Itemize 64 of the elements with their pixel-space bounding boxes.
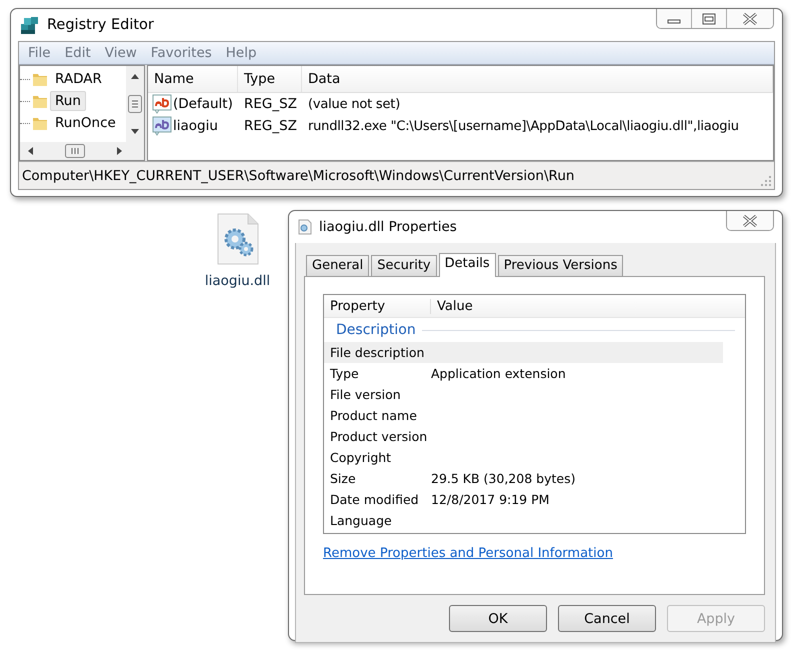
vertical-scrollbar[interactable] — [126, 66, 144, 142]
value-type: REG_SZ — [243, 118, 298, 134]
resize-grip-icon — [761, 176, 771, 186]
column-header[interactable]: Property — [324, 298, 431, 314]
file-name[interactable]: liaogiu.dll — [204, 273, 270, 289]
menu-item[interactable]: View — [98, 45, 144, 61]
dialog-button[interactable]: Cancel — [558, 605, 656, 632]
close-button[interactable] — [727, 9, 773, 28]
selected-row[interactable]: File description — [324, 342, 723, 363]
value-data: (value not set) — [307, 96, 402, 112]
string-value-icon — [152, 94, 172, 114]
column-header[interactable]: Type — [238, 66, 302, 92]
column-header[interactable]: Name — [148, 66, 238, 92]
menu-item[interactable]: Favorites — [144, 45, 219, 61]
tab[interactable]: General — [306, 255, 370, 276]
property-value: 12/8/2017 9:19 PM — [431, 492, 550, 507]
dialog-button[interactable]: OK — [449, 605, 547, 632]
remove-properties-link[interactable]: Remove Properties and Personal Information — [323, 546, 613, 561]
column-header[interactable]: Data — [302, 66, 773, 92]
column-header[interactable]: Value — [431, 298, 473, 314]
menu-item[interactable]: File — [21, 45, 58, 61]
menu-item[interactable]: Edit — [58, 45, 98, 61]
value-name[interactable]: (Default) — [173, 96, 233, 112]
registry-cubes-icon — [19, 14, 41, 36]
section-heading: Description — [336, 322, 416, 338]
tab[interactable]: Security — [371, 255, 437, 276]
property-name: Product name — [330, 408, 418, 423]
status-path: Computer\HKEY_CURRENT_USER\Software\Microsoft\Windows\CurrentVersion\Run — [22, 168, 576, 184]
left-arrow-icon — [26, 146, 34, 156]
horizontal-scrollbar[interactable] — [20, 142, 144, 160]
value-name[interactable]: liaogiu — [173, 118, 218, 134]
property-name: Product version — [330, 429, 428, 444]
close-button[interactable] — [727, 211, 773, 230]
window-title: liaogiu.dll Properties — [319, 219, 458, 235]
property-name: Size — [330, 471, 357, 486]
tree-item[interactable]: RunOnce — [50, 113, 121, 133]
property-name: Language — [330, 513, 393, 528]
right-arrow-icon — [116, 146, 124, 156]
down-arrow-icon — [130, 128, 140, 136]
property-name: Date modified — [330, 492, 420, 507]
tree-item[interactable]: Run — [50, 91, 86, 111]
menu-item[interactable]: Help — [218, 45, 264, 61]
maximize-icon — [701, 12, 717, 24]
property-name: File description — [330, 345, 426, 360]
property-name: Type — [330, 366, 360, 381]
property-value: 29.5 KB (30,208 bytes) — [431, 471, 576, 486]
minimize-button[interactable] — [657, 9, 692, 28]
close-icon — [741, 214, 759, 228]
property-name: Copyright — [330, 450, 392, 465]
tab[interactable]: Details — [438, 253, 496, 277]
up-arrow-icon — [130, 72, 140, 80]
property-name: File version — [330, 387, 402, 402]
string-value-icon — [152, 116, 172, 136]
tab[interactable]: Previous Versions — [498, 255, 624, 276]
maximize-button[interactable] — [692, 9, 727, 28]
close-icon — [741, 12, 759, 26]
value-type: REG_SZ — [243, 96, 298, 112]
property-value: Application extension — [431, 366, 566, 381]
dll-file-icon — [214, 213, 260, 265]
tree-item[interactable]: RADAR — [50, 69, 107, 89]
scroll-thumb-icon — [128, 95, 142, 113]
value-data: rundll32.exe "C:\Users\[username]\AppData\Local\liaogiu.dll",liaogiu — [307, 118, 740, 134]
scroll-thumb-icon — [65, 144, 85, 158]
window-title: Registry Editor — [47, 17, 155, 33]
